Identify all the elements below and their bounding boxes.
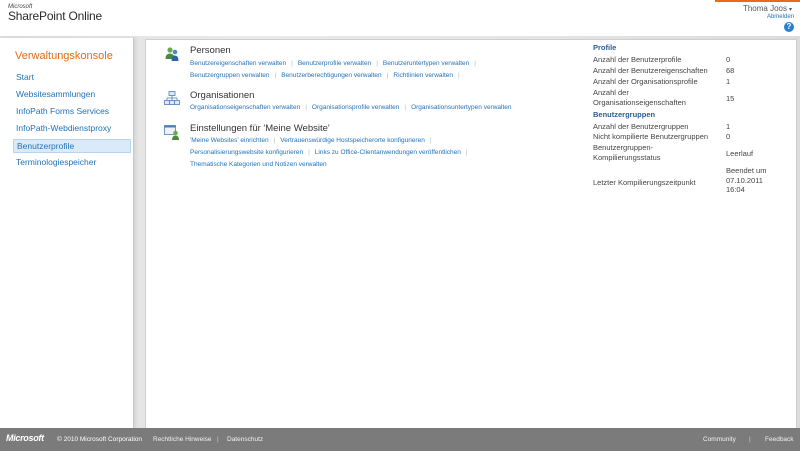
accent-line <box>715 0 800 2</box>
nav-item-websitesammlungen[interactable]: Websitesammlungen <box>13 88 129 101</box>
org-chart-icon <box>164 91 180 105</box>
stat-label: Nicht kompilierte Benutzergruppen <box>593 132 709 141</box>
footer-separator: | <box>217 436 219 443</box>
stat-label: Anzahl der Benutzerprofile <box>593 55 682 64</box>
feedback-link[interactable]: Feedback <box>765 436 794 443</box>
stat-value: 1 <box>726 122 731 131</box>
groups-heading: Benutzergruppen <box>593 110 656 119</box>
chevron-down-icon[interactable]: ▾ <box>789 7 792 13</box>
link-separator: | <box>458 72 460 79</box>
stat-value: 15 <box>726 94 735 103</box>
section-title-personen: Personen <box>190 45 231 56</box>
sharepoint-online-logo[interactable]: SharePoint Online <box>8 9 102 23</box>
link-office-clientanwendungen[interactable]: Links zu Office-Clientanwendungen veröff… <box>315 149 461 156</box>
stat-label: Anzahl der Benutzergruppen <box>593 122 689 131</box>
community-link[interactable]: Community <box>703 436 736 443</box>
link-row: Benutzereigenschaften verwalten | Benutzer… <box>190 60 481 67</box>
link-row: Thematische Kategorien und Notizen verwa… <box>190 161 327 168</box>
section-title-organisationen: Organisationen <box>190 90 255 101</box>
link-separator: | <box>465 149 468 156</box>
link-separator: | <box>376 60 378 67</box>
people-icon <box>165 47 179 61</box>
stat-label: Benutzergruppen-Kompilierungsstatus <box>593 143 661 162</box>
my-site-icon <box>164 125 179 140</box>
link-organisationseigenschaften[interactable]: Organisationseigenschaften verwalten <box>190 104 300 111</box>
link-separator: | <box>291 60 293 67</box>
stat-value: 68 <box>726 66 735 75</box>
nav-item-benutzerprofile[interactable]: Benutzerprofile <box>13 139 131 153</box>
stat-value: 1 <box>726 77 731 86</box>
link-row: Organisationseigenschaften verwalten | Org… <box>190 104 512 111</box>
microsoft-logo: Microsoft <box>6 433 44 443</box>
header-bar: Microsoft SharePoint Online Thoma Joos ▾ … <box>0 0 800 36</box>
link-separator: | <box>429 137 432 144</box>
stat-value: Beendet um 07.10.2011 16:04 <box>726 166 767 194</box>
profile-heading: Profile <box>593 43 617 52</box>
stat-label: Anzahl der Benutzereigenschaften <box>593 66 708 75</box>
link-separator: | <box>305 104 307 111</box>
link-separator: | <box>404 104 407 111</box>
user-menu[interactable]: Thoma Joos ▾ <box>743 4 792 13</box>
link-separator: | <box>308 149 310 156</box>
section-title-meine-website: Einstellungen für 'Meine Website' <box>190 123 330 134</box>
legal-link[interactable]: Rechtliche Hinweise <box>153 436 212 443</box>
footer-bar: Microsoft © 2010 Microsoft Corporation R… <box>0 428 800 451</box>
link-benutzeruntertypen[interactable]: Benutzeruntertypen verwalten <box>383 60 469 67</box>
link-separator: | <box>273 137 276 144</box>
link-meine-websites-einrichten[interactable]: 'Meine Websites' einrichten <box>190 137 269 144</box>
nav-item-start[interactable]: Start <box>13 71 129 84</box>
nav-item-infopath-webdienstproxy[interactable]: InfoPath-Webdienstproxy <box>13 122 129 135</box>
copyright-text: © 2010 Microsoft Corporation <box>57 436 142 443</box>
link-benutzereigenschaften[interactable]: Benutzereigenschaften verwalten <box>190 60 286 67</box>
stat-value: 0 <box>726 55 731 64</box>
link-separator: | <box>386 72 389 79</box>
link-row: Benutzergruppen verwalten | Benutzerberech… <box>190 72 465 79</box>
main-panel: Personen Benutzereigenschaften verwalten… <box>145 39 797 430</box>
stat-label: Letzter Kompilierungszeitpunkt <box>593 178 696 187</box>
nav-item-terminologiespeicher[interactable]: Terminologiespeicher <box>13 156 129 169</box>
link-row: 'Meine Websites' einrichten | Vertrauenswü… <box>190 137 437 144</box>
link-personalisierungswebsite[interactable]: Personalisierungswebsite konfigurieren <box>190 149 303 156</box>
nav-title[interactable]: Verwaltungskonsole <box>15 50 113 62</box>
sign-out-link[interactable]: Abmelden <box>767 14 794 20</box>
link-hostspeicherorte[interactable]: Vertrauenswürdige Hostspeicherorte konfi… <box>280 137 425 144</box>
stat-value: Leerlauf <box>726 149 754 158</box>
link-separator: | <box>474 60 476 67</box>
privacy-link[interactable]: Datenschutz <box>227 436 263 443</box>
link-richtlinien[interactable]: Richtlinien verwalten <box>393 72 453 79</box>
link-organisationsuntertypen[interactable]: Organisationsuntertypen verwalten <box>411 104 511 111</box>
link-organisationsprofile[interactable]: Organisationsprofile verwalten <box>312 104 399 111</box>
link-row: Personalisierungswebsite konfigurieren | L… <box>190 149 473 156</box>
link-separator: | <box>274 72 277 79</box>
left-navigation: Verwaltungskonsole Start Websitesammlung… <box>0 38 134 428</box>
user-name[interactable]: Thoma Joos <box>743 4 787 13</box>
nav-item-infopath-forms[interactable]: InfoPath Forms Services <box>13 105 129 118</box>
stat-label: Anzahl der Organisationseigenschaften <box>593 88 686 107</box>
help-icon[interactable]: ? <box>784 22 794 32</box>
link-thematische-kategorien[interactable]: Thematische Kategorien und Notizen verwa… <box>190 161 327 168</box>
stat-label: Anzahl der Organisationsprofile <box>593 77 698 86</box>
link-benutzergruppen[interactable]: Benutzergruppen verwalten <box>190 72 270 79</box>
footer-separator: | <box>749 436 751 443</box>
stat-value: 0 <box>726 132 731 141</box>
link-benutzerberechtigungen[interactable]: Benutzerberechtigungen verwalten <box>281 72 381 79</box>
link-benutzerprofile[interactable]: Benutzerprofile verwalten <box>298 60 371 67</box>
